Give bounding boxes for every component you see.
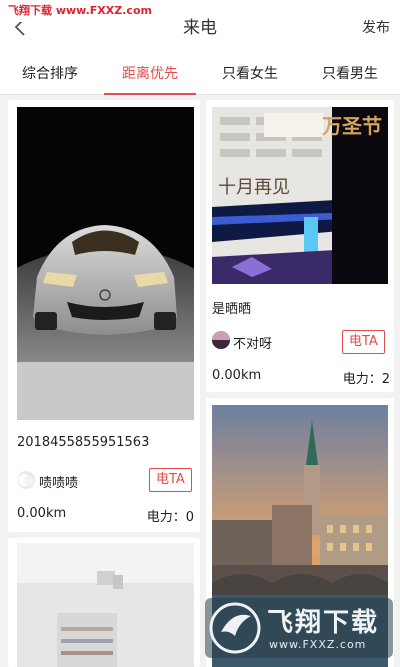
username: 不对呀 — [233, 337, 273, 352]
image-caption: 十月再见 — [218, 177, 290, 198]
tab-distance[interactable]: 距离优先 — [100, 56, 200, 95]
call-button[interactable]: 电TA — [342, 330, 385, 354]
watermark-badge: 飞翔下载 www.FXXZ.com — [205, 598, 393, 658]
post-card[interactable] — [8, 538, 200, 667]
car-photo — [17, 107, 194, 420]
halloween-photo: 万圣节 十月再见 — [212, 107, 388, 284]
battery-level: 电力：0 — [146, 510, 194, 525]
room-photo — [17, 543, 194, 667]
post-card[interactable]: 2018455855951563 啧啧啧 电TA 0.00km 电力：0 — [8, 100, 200, 532]
banner-text: 万圣节 — [321, 114, 382, 138]
avatar[interactable] — [212, 331, 230, 349]
watermark-title: 飞翔下载 — [267, 608, 380, 638]
post-title: 是晒晒 — [212, 302, 252, 317]
avatar[interactable] — [17, 471, 35, 489]
distance: 0.00km — [17, 506, 67, 521]
watermark-text: 飞翔下载 www.FXXZ.com — [0, 0, 160, 22]
distance: 0.00km — [212, 368, 262, 383]
tab-male-only[interactable]: 只看男生 — [300, 56, 400, 94]
top-bar: 来电 发布 飞翔下载 www.FXXZ.com — [0, 0, 400, 56]
post-title: 2018455855951563 — [17, 435, 150, 450]
sort-tabs: 综合排序 距离优先 只看女生 只看男生 — [0, 56, 400, 95]
call-button[interactable]: 电TA — [149, 468, 192, 492]
tab-comprehensive[interactable]: 综合排序 — [0, 56, 100, 94]
battery-level: 电力：2 — [342, 372, 390, 387]
post-card[interactable]: 万圣节 十月再见 是晒晒 不对呀 电TA 0.00km 电力：2 — [206, 100, 394, 392]
publish-button[interactable]: 发布 — [362, 0, 390, 56]
wing-logo-icon — [209, 602, 261, 654]
watermark-url: www.FXXZ.com — [269, 638, 367, 651]
tab-female-only[interactable]: 只看女生 — [200, 56, 300, 94]
username: 啧啧啧 — [39, 476, 79, 491]
